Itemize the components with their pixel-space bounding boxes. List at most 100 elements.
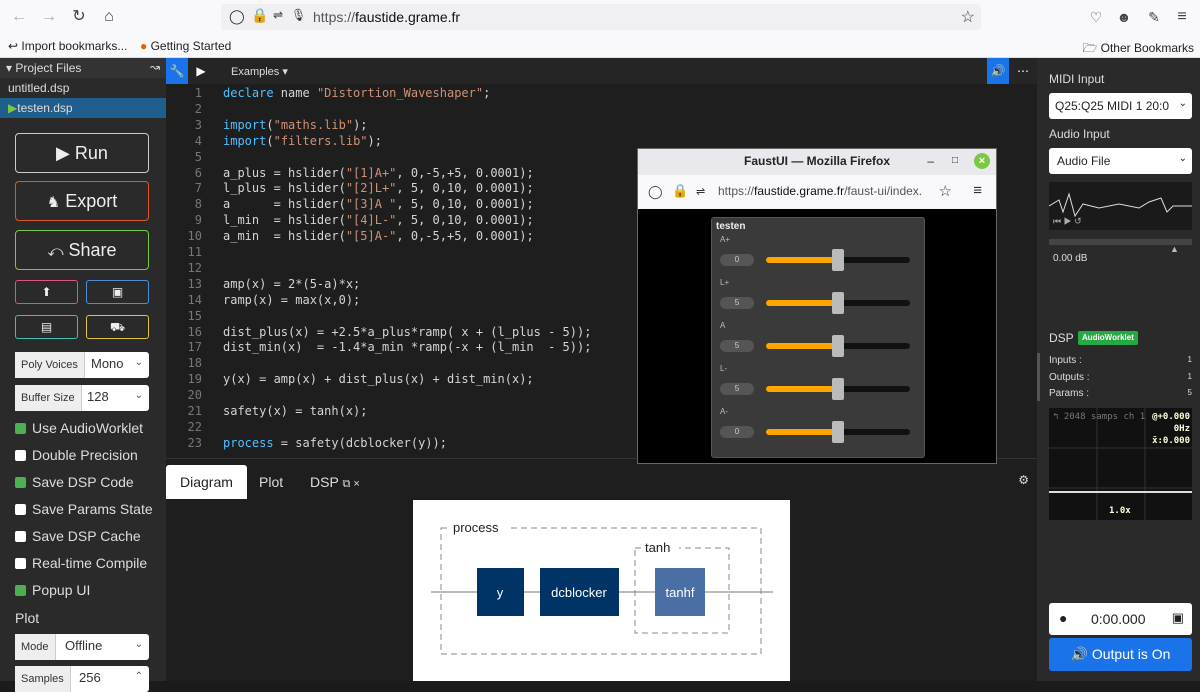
code-line[interactable]: import("filters.lib"); xyxy=(223,134,382,148)
oscilloscope[interactable]: ↰ 2048 samps ch 1 @+0.000 0Hz x̄:0.000 1… xyxy=(1049,408,1192,520)
star-icon[interactable]: ☆ xyxy=(939,182,952,200)
transport-icons[interactable]: ⏮ ▶ ↺ xyxy=(1053,216,1082,227)
code-line[interactable]: process = safety(dcblocker(y)); xyxy=(223,436,447,450)
record-icon[interactable]: ● xyxy=(1059,610,1067,626)
file-untitled[interactable]: untitled.dsp xyxy=(0,78,166,98)
extensions-icon[interactable]: ✎ xyxy=(1144,7,1164,27)
slider-value[interactable]: 5 xyxy=(720,383,754,395)
buffer-size-label: Buffer Size xyxy=(15,385,82,411)
left-panel: ▾ Project Files ↝ untitled.dsp ▶testen.ds… xyxy=(0,58,166,692)
slider-track[interactable] xyxy=(766,292,910,314)
slider-track[interactable] xyxy=(766,249,910,271)
bookmark-import[interactable]: ↩ Import bookmarks... xyxy=(8,39,127,53)
slider-track[interactable] xyxy=(766,335,910,357)
code-line[interactable]: a_plus = hslider("[1]A+", 0,-5,+5, 0.000… xyxy=(223,166,534,180)
code-line[interactable]: declare name "Distortion_Waveshaper"; xyxy=(223,86,490,100)
docs-button[interactable]: ▤ xyxy=(15,315,78,339)
url-bar[interactable]: ◯ 🔒 ⇌ 🎙 https://faustide.grame.fr ☆ xyxy=(221,4,981,30)
output-toggle-button[interactable]: 🔊 Output is On xyxy=(1049,638,1192,671)
file-testen[interactable]: ▶testen.dsp xyxy=(0,98,166,118)
close-icon[interactable]: × xyxy=(974,153,990,169)
pocket-icon[interactable]: ♡ xyxy=(1086,7,1106,27)
other-bookmarks[interactable]: 🗁 Other Bookmarks xyxy=(1082,39,1194,60)
upload-button[interactable]: ⬆ xyxy=(15,280,78,304)
speaker-icon[interactable]: 🔊 xyxy=(987,58,1009,84)
slider-value[interactable]: 5 xyxy=(720,340,754,352)
slider-handle[interactable] xyxy=(832,335,844,357)
plot-mode-select[interactable]: Mode Offline ⌄ xyxy=(15,634,149,660)
new-file-icon[interactable]: ↝ xyxy=(150,60,160,74)
code-line[interactable]: y(x) = amp(x) + dist_plus(x) + dist_min(… xyxy=(223,372,534,386)
account-icon[interactable]: ☻ xyxy=(1114,7,1134,27)
bookmark-getting-started[interactable]: ● Getting Started xyxy=(140,39,231,53)
code-line[interactable]: safety(x) = tanh(x); xyxy=(223,404,368,418)
slider-fill xyxy=(766,257,838,263)
maximize-icon[interactable]: □ xyxy=(952,149,958,173)
slider-label: L+ xyxy=(720,278,730,287)
share-button[interactable]: ⤺ Share xyxy=(15,230,149,270)
tab-diagram[interactable]: Diagram xyxy=(166,465,247,499)
code-line[interactable]: ramp(x) = max(x,0); xyxy=(223,293,360,307)
slider-handle[interactable] xyxy=(832,249,844,271)
audio-source-select[interactable]: Audio File ⌄ xyxy=(1049,148,1192,174)
poly-voices-select[interactable]: Poly Voices Mono ⌄ xyxy=(15,352,149,378)
code-line[interactable]: import("maths.lib"); xyxy=(223,118,368,132)
waveform[interactable]: ⏮ ▶ ↺ xyxy=(1048,182,1192,230)
tab-plot[interactable]: Plot xyxy=(245,465,297,499)
export-button[interactable]: ♞ Export xyxy=(15,181,149,221)
stepper-icon[interactable]: ⌃ xyxy=(135,671,143,682)
code-line[interactable]: dist_min(x) = -1.4*a_min *ramp(-x + (l_m… xyxy=(223,340,591,354)
option-popup-ui[interactable]: Popup UI xyxy=(15,582,90,598)
run-small-icon[interactable]: ▶ xyxy=(190,58,212,84)
slider-handle[interactable] xyxy=(832,421,844,443)
external-icon[interactable]: ⧉ × xyxy=(342,478,359,490)
tab-dsp[interactable]: DSP ⧉ × xyxy=(296,465,374,499)
option-double-precision[interactable]: Double Precision xyxy=(15,447,138,463)
code-line[interactable]: a_min = hslider("[5]A-", 0,-5,+5, 0.0001… xyxy=(223,229,534,243)
slider-track[interactable] xyxy=(766,421,910,443)
menu-icon[interactable]: ≡ xyxy=(1172,7,1192,27)
faustui-popup: FaustUI — Mozilla Firefox – □ × ◯ 🔒 ⇌ ht… xyxy=(637,148,997,464)
more-icon[interactable]: ⋯ xyxy=(1012,58,1034,84)
star-icon[interactable]: ☆ xyxy=(961,7,975,27)
code-line[interactable]: a = hslider("[3]A ", 5, 0,10, 0.0001); xyxy=(223,197,534,211)
save-button[interactable]: ▣ xyxy=(86,280,149,304)
reload-icon[interactable]: ↻ xyxy=(69,7,89,27)
code-line[interactable]: l_plus = hslider("[2]L+", 5, 0,10, 0.000… xyxy=(223,181,534,195)
slider-value[interactable]: 0 xyxy=(720,426,754,438)
samples-input[interactable]: Samples 256 ⌃ xyxy=(15,666,149,692)
home-icon[interactable]: ⌂ xyxy=(99,7,119,27)
code-line[interactable]: l_min = hslider("[4]L-", 5, 0,10, 0.0001… xyxy=(223,213,534,227)
option-use-audioworklet[interactable]: Use AudioWorklet xyxy=(15,420,143,436)
code-line[interactable]: amp(x) = 2*(5-a)*x; xyxy=(223,277,360,291)
option-save-dsp-cache[interactable]: Save DSP Cache xyxy=(15,528,141,544)
forward-icon[interactable]: → xyxy=(39,7,59,27)
save-recording-icon[interactable]: ▣ xyxy=(1172,610,1184,626)
buffer-size-select[interactable]: Buffer Size 128 ⌄ xyxy=(15,385,149,411)
play-icon: ▶ xyxy=(56,143,70,163)
dsp-inputs: Inputs : 1 xyxy=(1049,355,1192,366)
minimize-icon[interactable]: – xyxy=(927,149,934,173)
slider-track[interactable] xyxy=(766,378,910,400)
gear-icon[interactable]: ⚙ xyxy=(1018,473,1029,487)
option-realtime-compile[interactable]: Real-time Compile xyxy=(15,555,147,571)
option-save-dsp-code[interactable]: Save DSP Code xyxy=(15,474,134,490)
checkbox-empty-icon xyxy=(15,504,26,515)
slider-handle[interactable] xyxy=(832,378,844,400)
project-files-header[interactable]: ▾ Project Files ↝ xyxy=(0,58,166,78)
run-button[interactable]: ▶ Run xyxy=(15,133,149,173)
slider-handle[interactable] xyxy=(832,292,844,314)
examples-menu[interactable]: Examples ▾ xyxy=(231,65,288,78)
code-line[interactable]: dist_plus(x) = +2.5*a_plus*ramp( x + (l_… xyxy=(223,325,591,339)
deploy-button[interactable]: ⛟ xyxy=(86,315,149,339)
slider-value[interactable]: 0 xyxy=(720,254,754,266)
popup-urlbar[interactable]: ◯ 🔒 ⇌ https://faustide.grame.fr/faust-ui… xyxy=(638,175,996,209)
back-icon[interactable]: ← xyxy=(9,7,29,27)
line-number: 13 xyxy=(187,276,202,291)
option-save-params-state[interactable]: Save Params State xyxy=(15,501,153,517)
slider-value[interactable]: 5 xyxy=(720,297,754,309)
menu-icon[interactable]: ≡ xyxy=(973,182,982,199)
line-number: 8 xyxy=(194,197,202,212)
wrench-icon[interactable]: 🔧 xyxy=(166,58,188,84)
midi-device-select[interactable]: Q25:Q25 MIDI 1 20:0 ⌄ xyxy=(1049,93,1192,119)
